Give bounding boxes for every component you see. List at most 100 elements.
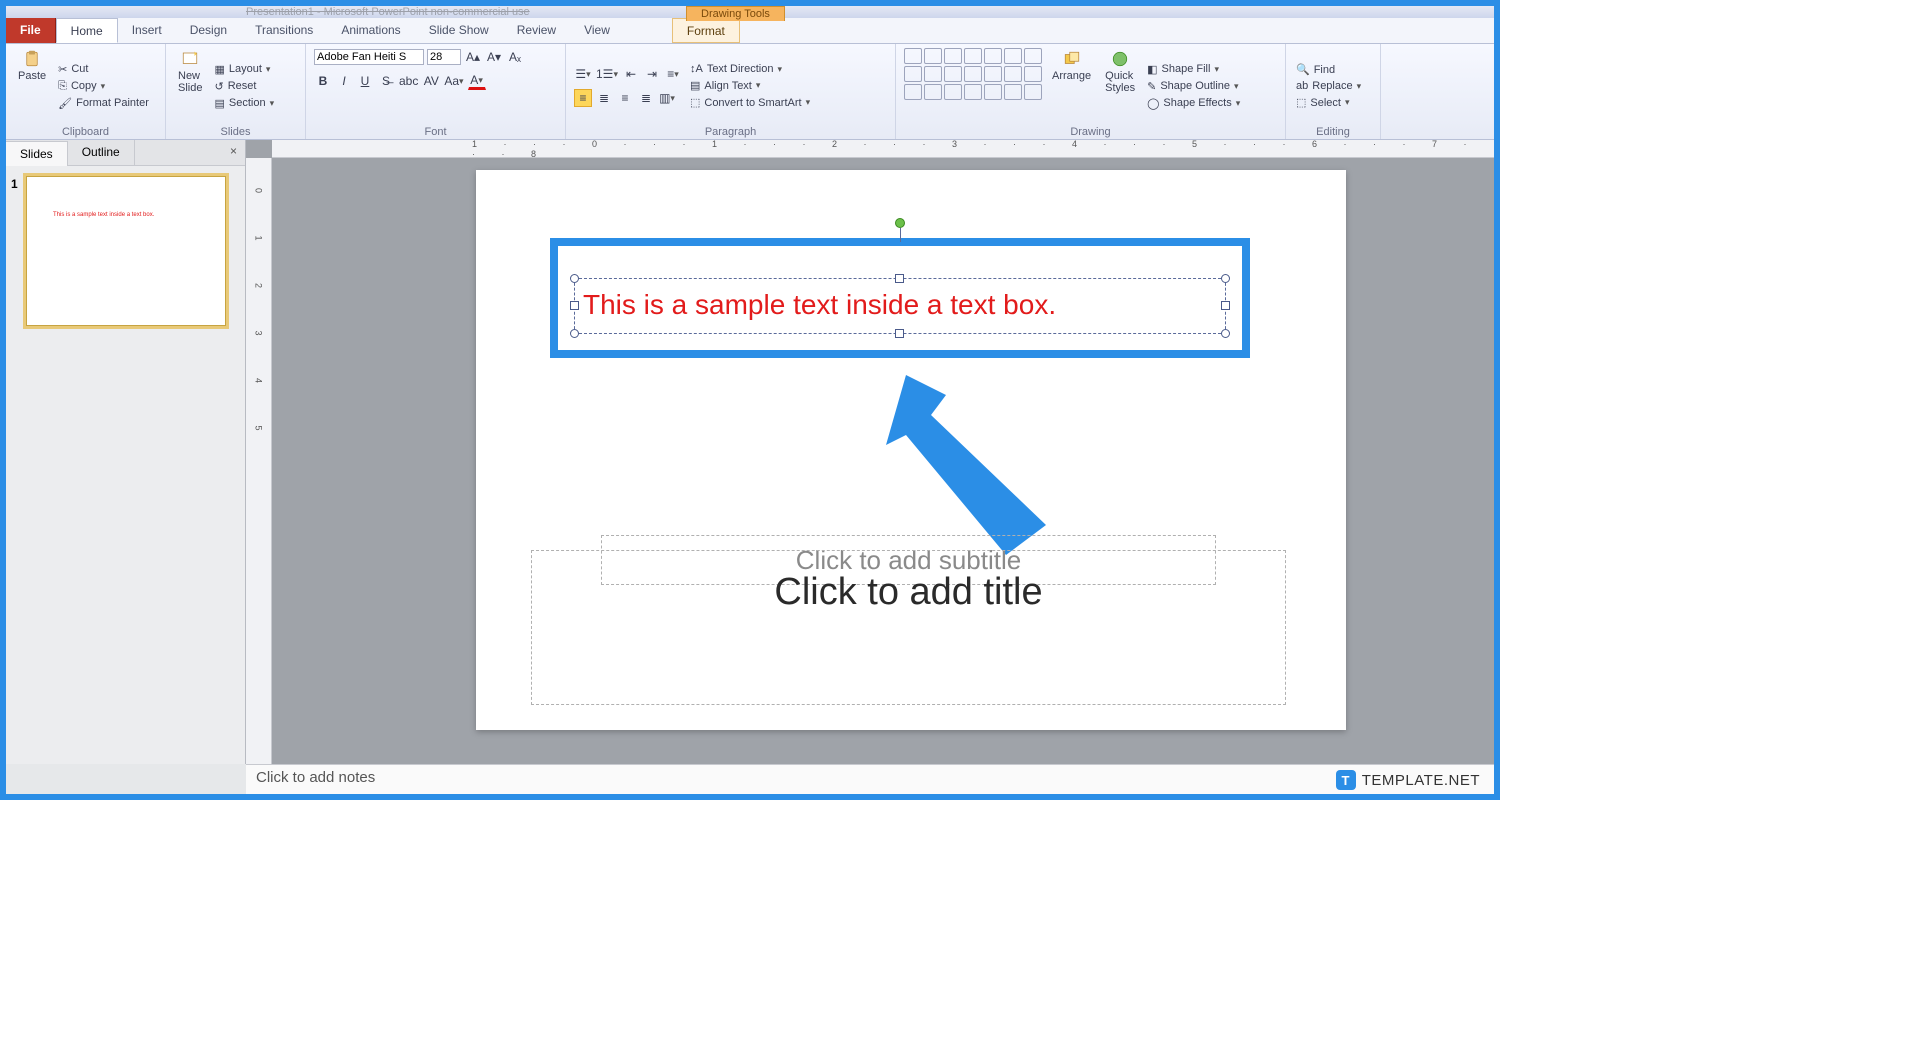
replace-button[interactable]: abReplace [1294, 79, 1363, 93]
shadow-button[interactable]: abc [398, 72, 419, 90]
resize-handle-br[interactable] [1221, 329, 1230, 338]
smartart-button[interactable]: ⬚Convert to SmartArt [688, 95, 812, 110]
tab-design[interactable]: Design [176, 18, 241, 43]
tab-view[interactable]: View [570, 18, 624, 43]
shape-line-icon[interactable] [904, 48, 922, 64]
rotation-handle[interactable] [895, 218, 905, 228]
quick-styles-button[interactable]: Quick Styles [1101, 48, 1139, 124]
slide-editor[interactable]: 1 · · · 0 · · · 1 · · · 2 · · · 3 · · · … [246, 140, 1494, 764]
selected-textbox[interactable]: This is a sample text inside a text box. [574, 278, 1226, 334]
clear-format-button[interactable]: Aₓ [506, 48, 524, 66]
resize-handle-mr[interactable] [1221, 301, 1230, 310]
shape-arrowr-icon[interactable] [964, 66, 982, 82]
shape-fill-button[interactable]: ◧Shape Fill [1145, 62, 1242, 77]
copy-button[interactable]: ⎘Copy [56, 79, 151, 94]
shape-g-icon[interactable] [1024, 84, 1042, 100]
paste-button[interactable]: Paste [14, 48, 50, 124]
tab-insert[interactable]: Insert [118, 18, 176, 43]
slide-thumbnail-1[interactable]: 1 This is a sample text inside a text bo… [26, 176, 226, 326]
font-color-button[interactable]: A [468, 72, 486, 90]
underline-button[interactable]: U [356, 72, 374, 90]
align-center-button[interactable]: ≣ [595, 89, 613, 107]
resize-handle-ml[interactable] [570, 301, 579, 310]
italic-button[interactable]: I [335, 72, 353, 90]
align-left-button[interactable]: ≡ [574, 89, 592, 107]
bold-button[interactable]: B [314, 72, 332, 90]
shapes-gallery[interactable] [904, 48, 1042, 124]
numbering-button[interactable]: 1☰ [595, 65, 619, 83]
tab-file[interactable]: File [6, 18, 56, 43]
font-size-combo[interactable] [427, 49, 461, 65]
ribbon-tabs: File Home Insert Design Transitions Anim… [6, 18, 1494, 44]
justify-button[interactable]: ≣ [637, 89, 655, 107]
title-placeholder[interactable]: Click to add title [531, 550, 1286, 705]
tab-animations[interactable]: Animations [327, 18, 414, 43]
grow-font-button[interactable]: A▴ [464, 48, 482, 66]
shape-b-icon[interactable] [924, 84, 942, 100]
watermark-text: TEMPLATE.NET [1362, 772, 1480, 789]
layout-button[interactable]: ▦Layout [212, 62, 276, 77]
shape-arrowl-icon[interactable] [984, 66, 1002, 82]
shape-effects-button[interactable]: ◯Shape Effects [1145, 96, 1242, 111]
tab-transitions[interactable]: Transitions [241, 18, 327, 43]
outline-tab[interactable]: Outline [68, 140, 135, 165]
resize-handle-bm[interactable] [895, 329, 904, 338]
tab-home[interactable]: Home [56, 18, 118, 43]
shape-rrect-icon[interactable] [984, 48, 1002, 64]
shrink-font-button[interactable]: A▾ [485, 48, 503, 66]
align-right-button[interactable]: ≡ [616, 89, 634, 107]
section-button[interactable]: ▤Section [212, 96, 276, 111]
thumbnail-list[interactable]: 1 This is a sample text inside a text bo… [6, 166, 245, 764]
tab-slideshow[interactable]: Slide Show [415, 18, 503, 43]
shape-star-icon[interactable] [1004, 66, 1022, 82]
shape-d-icon[interactable] [964, 84, 982, 100]
slide-canvas[interactable]: This is a sample text inside a text box.… [476, 170, 1346, 730]
font-name-combo[interactable] [314, 49, 424, 65]
select-button[interactable]: ⬚Select [1294, 95, 1363, 110]
resize-handle-tr[interactable] [1221, 274, 1230, 283]
resize-handle-tl[interactable] [570, 274, 579, 283]
find-button[interactable]: 🔍Find [1294, 62, 1363, 77]
arrange-button[interactable]: Arrange [1048, 48, 1095, 124]
align-text-button[interactable]: ▤Align Text [688, 78, 812, 93]
textbox-content[interactable]: This is a sample text inside a text box. [575, 279, 1225, 331]
close-panel-icon[interactable]: × [222, 140, 245, 165]
context-tab-drawing-tools[interactable]: Drawing Tools [686, 6, 785, 21]
group-clipboard: Paste ✂Cut ⎘Copy 🖌Format Painter Clipboa… [6, 44, 166, 139]
format-painter-button[interactable]: 🖌Format Painter [56, 96, 151, 111]
shape-e-icon[interactable] [984, 84, 1002, 100]
shape-a-icon[interactable] [904, 84, 922, 100]
tab-review[interactable]: Review [503, 18, 570, 43]
slides-tab[interactable]: Slides [6, 141, 68, 166]
tab-format[interactable]: Format [672, 18, 740, 43]
shape-rect-icon[interactable] [944, 48, 962, 64]
new-slide-button[interactable]: New Slide [174, 48, 206, 124]
shape-curve-icon[interactable] [904, 66, 922, 82]
shape-outline-button[interactable]: ✎Shape Outline [1145, 79, 1242, 94]
columns-button[interactable]: ▥ [658, 89, 676, 107]
shape-tri-icon[interactable] [1004, 48, 1022, 64]
shape-callout-icon[interactable] [1024, 66, 1042, 82]
shape-connector-icon[interactable] [924, 66, 942, 82]
resize-handle-bl[interactable] [570, 329, 579, 338]
outdent-button[interactable]: ⇤ [622, 65, 640, 83]
notes-pane[interactable]: Click to add notes [246, 764, 1494, 794]
shape-c-icon[interactable] [944, 84, 962, 100]
indent-button[interactable]: ⇥ [643, 65, 661, 83]
spacing-button[interactable]: AV [422, 72, 440, 90]
shape-f-icon[interactable] [1004, 84, 1022, 100]
shape-oval-icon[interactable] [964, 48, 982, 64]
shape-brace-icon[interactable] [944, 66, 962, 82]
resize-handle-tm[interactable] [895, 274, 904, 283]
shape-more-icon[interactable] [1024, 48, 1042, 64]
annotation-arrow [876, 375, 1076, 555]
reset-button[interactable]: ↺Reset [212, 79, 276, 94]
shape-arrow-icon[interactable] [924, 48, 942, 64]
case-button[interactable]: Aa [443, 72, 464, 90]
strike-button[interactable]: S̶ [377, 72, 395, 90]
cut-button[interactable]: ✂Cut [56, 62, 151, 77]
bullets-button[interactable]: ☰ [574, 65, 592, 83]
ribbon: Paste ✂Cut ⎘Copy 🖌Format Painter Clipboa… [6, 44, 1494, 140]
text-direction-button[interactable]: ↕AText Direction [688, 62, 812, 76]
linespacing-button[interactable]: ≡ [664, 65, 682, 83]
